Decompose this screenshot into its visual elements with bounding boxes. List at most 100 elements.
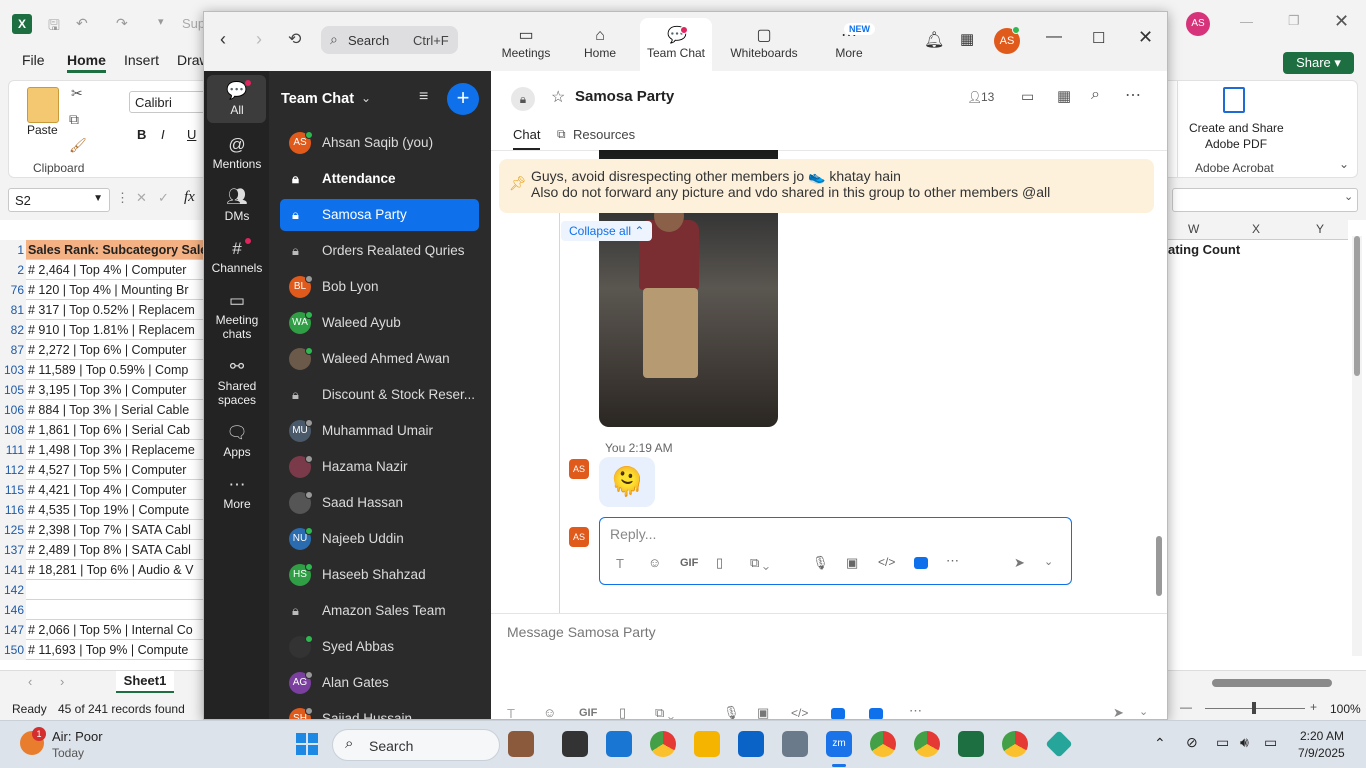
name-box[interactable]: S2 ▼ <box>8 188 110 212</box>
forward-arrow-icon[interactable]: › <box>256 29 262 50</box>
create-pdf-label-1[interactable]: Create and Share <box>1189 121 1284 135</box>
history-icon[interactable]: ⟲ <box>288 29 301 49</box>
format-painter-icon[interactable]: 🖌 <box>69 137 87 154</box>
channel-item[interactable]: 🔒︎ Discount & Stock Reser... <box>280 379 479 411</box>
nav-whiteboards[interactable]: ▢ Whiteboards <box>724 12 804 71</box>
composer-app2-icon[interactable] <box>869 708 883 719</box>
row-number[interactable]: 142 <box>0 580 26 600</box>
paste-icon[interactable] <box>27 87 59 123</box>
taskbar-app-diamond-icon[interactable] <box>1045 730 1073 758</box>
video-call-icon[interactable]: ▭ <box>1021 88 1034 105</box>
composer-screenshot-icon[interactable]: ⧉ ⌄ <box>655 705 674 719</box>
row-number[interactable]: 137 <box>0 540 26 560</box>
cell-sales-rank[interactable]: # 1,861 | Top 6% | Serial Cab <box>26 420 204 440</box>
tab-chat[interactable]: Chat <box>513 127 541 150</box>
excel-minimize-icon[interactable]: — <box>1240 14 1253 29</box>
sheet-tab-sheet1[interactable]: Sheet1 <box>116 671 174 693</box>
filter-icon[interactable]: ≡ <box>419 88 428 106</box>
confirm-entry-icon[interactable]: ✓ <box>158 190 169 206</box>
send-options-icon[interactable]: ⌄ <box>1044 555 1053 568</box>
formula-more-icon[interactable]: ⋮ <box>116 190 129 206</box>
formula-input[interactable] <box>1172 188 1358 212</box>
chat-search-icon[interactable]: ⌕ <box>1091 86 1100 104</box>
copy-icon[interactable]: ⧉ <box>69 111 79 128</box>
cell-sales-rank[interactable]: # 884 | Top 3% | Serial Cable <box>26 400 204 420</box>
zoom-in-icon[interactable]: + <box>1310 700 1317 714</box>
composer-code-icon[interactable]: </> <box>791 706 808 719</box>
row-number[interactable]: 103 <box>0 360 26 380</box>
channel-item[interactable]: Hazama Nazir <box>280 451 479 483</box>
video-message-icon[interactable]: ▣ <box>846 555 858 571</box>
composer-gif-button[interactable]: GIF <box>579 707 597 719</box>
composer-video-icon[interactable]: ▣ <box>757 705 769 719</box>
cell-sales-rank[interactable]: # 4,421 | Top 4% | Computer <box>26 480 204 500</box>
nav-more[interactable]: ⋯ More <box>822 12 876 71</box>
member-count[interactable]: 13 <box>981 90 994 104</box>
row-number[interactable]: 1 <box>0 240 26 260</box>
composer-emoji-icon[interactable]: ☺ <box>543 705 556 719</box>
excel-restore-icon[interactable]: ❐ <box>1288 13 1300 29</box>
row-number[interactable]: 81 <box>0 300 26 320</box>
tray-network-icon[interactable]: ⊘ <box>1186 734 1198 751</box>
close-icon[interactable]: ✕ <box>1138 27 1153 48</box>
back-arrow-icon[interactable]: ‹ <box>220 29 226 50</box>
screenshot-icon[interactable]: ⧉ ⌄ <box>750 555 769 571</box>
taskbar-chrome-profile-3-icon[interactable] <box>1002 731 1028 757</box>
share-button[interactable]: Share ▾ <box>1283 52 1354 74</box>
message-composer[interactable]: Message Samosa Party T ☺ GIF ▯ ⧉ ⌄ 🎙︎ ▣ … <box>491 613 1167 719</box>
cell-sales-rank[interactable]: # 317 | Top 0.52% | Replacem <box>26 300 204 320</box>
team-chat-chevron-icon[interactable]: ⌄ <box>361 91 371 105</box>
reply-box[interactable]: Reply... T ☺ GIF ▯ ⧉ ⌄ 🎙︎ ▣ </> ⋯ ➤ ⌄ <box>599 517 1072 585</box>
channel-item[interactable]: Syed Abbas <box>280 631 479 663</box>
sheet-prev-icon[interactable]: ‹ <box>28 674 32 689</box>
font-name-box[interactable]: Calibri <box>129 91 209 113</box>
tray-battery-icon[interactable]: ▭ <box>1264 734 1277 751</box>
chat-more-icon[interactable]: ⋯ <box>1125 85 1141 105</box>
paste-label[interactable]: Paste <box>27 123 58 137</box>
channel-item[interactable]: 🔒︎ Samosa Party <box>280 199 479 231</box>
tray-chevron-icon[interactable]: ⌃ <box>1154 735 1166 752</box>
zoom-level[interactable]: 100% <box>1330 702 1361 716</box>
minimize-icon[interactable]: — <box>1046 28 1062 46</box>
taskbar-search[interactable]: ⌕ Search <box>332 729 500 761</box>
sheet-next-icon[interactable]: › <box>60 674 64 689</box>
gif-button[interactable]: GIF <box>680 557 698 569</box>
channel-item[interactable]: HS Haseeb Shahzad <box>280 559 479 591</box>
cell-sales-rank[interactable]: # 2,464 | Top 4% | Computer <box>26 260 204 280</box>
row-number[interactable]: 82 <box>0 320 26 340</box>
message-avatar[interactable]: AS <box>569 459 589 479</box>
redo-icon[interactable]: ↷ <box>116 15 128 32</box>
tab-insert[interactable]: Insert <box>124 52 159 68</box>
row-number[interactable]: 111 <box>0 440 26 460</box>
zoom-slider-thumb[interactable] <box>1252 702 1256 714</box>
col-y[interactable]: Y <box>1316 222 1324 236</box>
taskbar-app-widget[interactable] <box>508 731 534 757</box>
cancel-entry-icon[interactable]: ✕ <box>136 190 147 206</box>
rail-all[interactable]: 💬 All <box>208 79 266 117</box>
code-icon[interactable]: </> <box>878 555 895 569</box>
rail-apps[interactable]: 🗨︎ Apps <box>208 423 266 459</box>
taskbar-app-store[interactable] <box>606 731 632 757</box>
nav-home[interactable]: ⌂ Home <box>568 12 632 71</box>
rail-dms[interactable]: 👥︎ DMs <box>208 187 266 223</box>
channel-item[interactable]: 🔒︎ Attendance <box>280 163 479 195</box>
row-number[interactable]: 106 <box>0 400 26 420</box>
channel-item[interactable]: NU Najeeb Uddin <box>280 523 479 555</box>
channel-item[interactable]: 🔒︎ Amazon Sales Team <box>280 595 479 627</box>
cell-sales-rank[interactable]: # 11,693 | Top 9% | Compute <box>26 640 204 660</box>
cell-sales-rank[interactable]: # 2,272 | Top 6% | Computer <box>26 340 204 360</box>
horizontal-scrollbar[interactable] <box>1212 679 1332 687</box>
taskbar-explorer-icon[interactable] <box>694 731 720 757</box>
row-number[interactable]: 108 <box>0 420 26 440</box>
channel-item[interactable]: WA Waleed Ayub <box>280 307 479 339</box>
cell-sales-rank[interactable]: # 4,527 | Top 5% | Computer <box>26 460 204 480</box>
row-number[interactable]: 2 <box>0 260 26 280</box>
channel-item[interactable]: BL Bob Lyon <box>280 271 479 303</box>
insert-function-icon[interactable]: fx <box>184 189 195 206</box>
search-box[interactable]: ⌕ Search Ctrl+F <box>321 26 458 54</box>
row-number[interactable]: 146 <box>0 600 26 620</box>
excel-account-avatar[interactable]: AS <box>1186 12 1210 36</box>
rail-more[interactable]: ⋯ More <box>208 475 266 511</box>
customize-qa-icon[interactable]: ▾ <box>158 15 164 28</box>
row-number[interactable]: 105 <box>0 380 26 400</box>
